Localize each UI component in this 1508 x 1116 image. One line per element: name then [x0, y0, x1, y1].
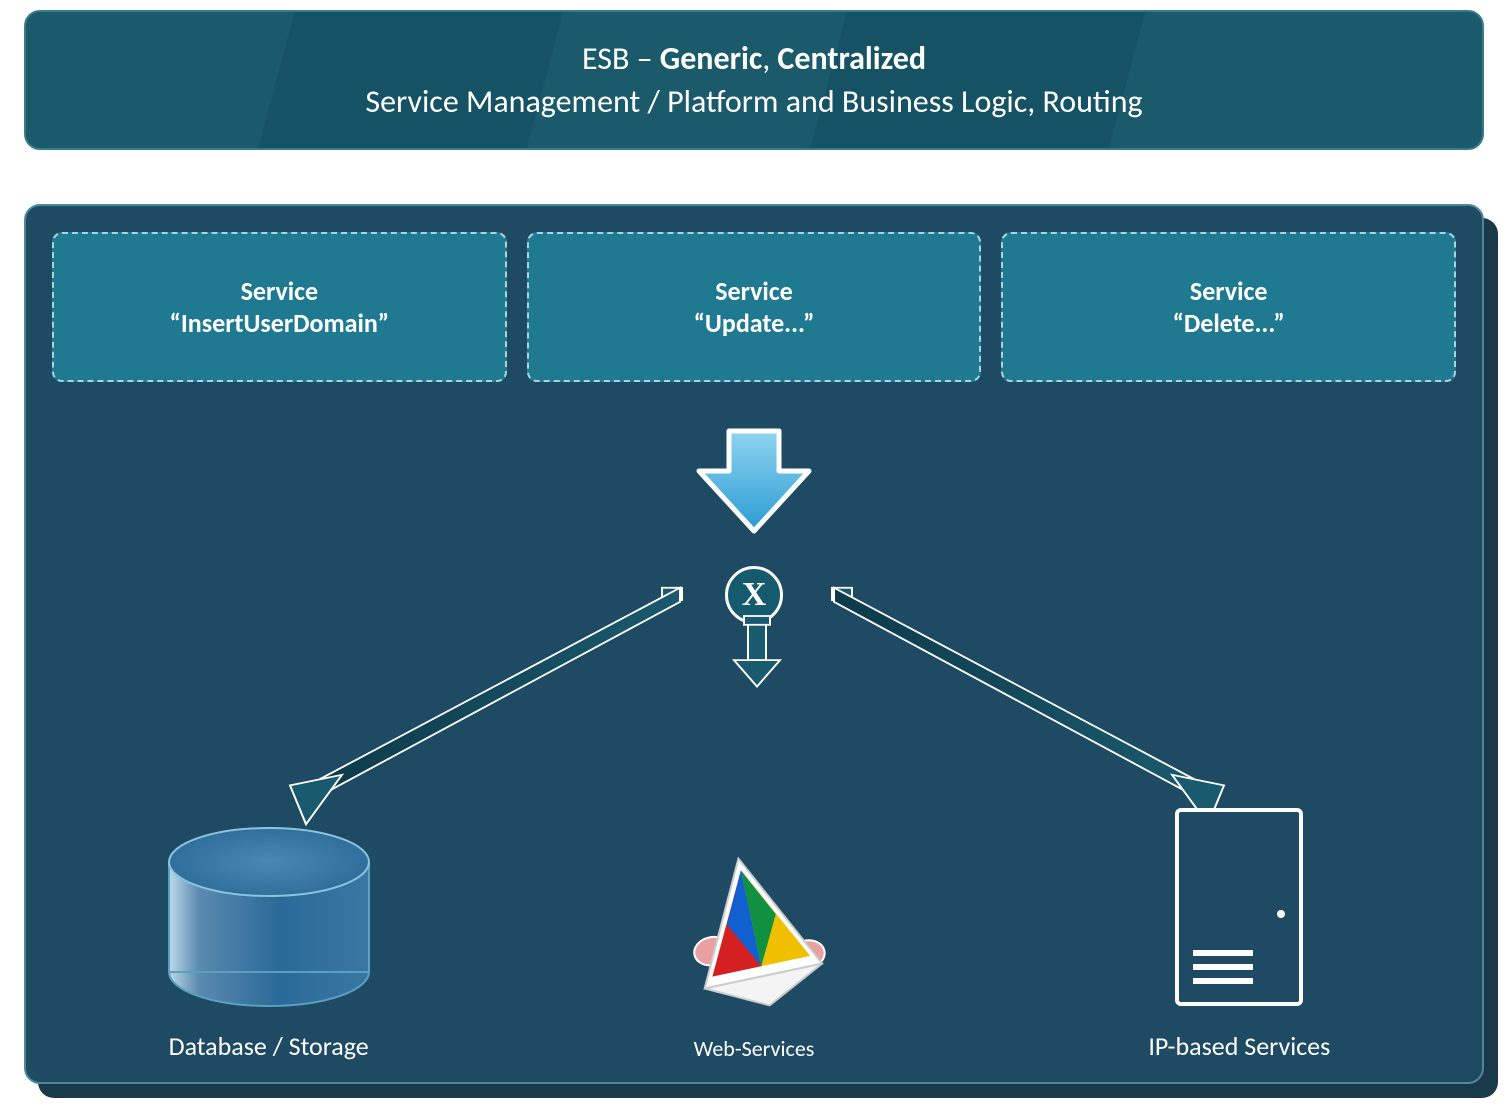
- service-title: Service: [715, 275, 793, 307]
- header-comma: ,: [762, 39, 777, 78]
- service-name: “Update...”: [694, 307, 815, 339]
- endpoint-database: Database / Storage: [94, 822, 444, 1062]
- main-container: Service “InsertUserDomain” Service “Upda…: [24, 204, 1484, 1084]
- header-sep: –: [629, 39, 659, 78]
- endpoint-database-label: Database / Storage: [169, 1030, 369, 1062]
- header-prefix: ESB: [582, 39, 629, 78]
- flow-area: X: [26, 406, 1482, 1082]
- header-title: ESB – Generic, Centralized: [582, 39, 926, 78]
- header-word2: Centralized: [777, 39, 926, 78]
- service-title: Service: [241, 275, 319, 307]
- database-icon: [154, 822, 384, 1012]
- server-icon: [1169, 802, 1309, 1012]
- header-banner: ESB – Generic, Centralized Service Manag…: [24, 10, 1484, 150]
- service-update: Service “Update...”: [527, 232, 982, 382]
- webservices-icon: [669, 847, 839, 1017]
- endpoint-webservices-label: Web-Services: [694, 1035, 815, 1062]
- endpoint-webservices: Web-Services: [579, 847, 929, 1062]
- service-title: Service: [1190, 275, 1268, 307]
- header-subtitle: Service Management / Platform and Busine…: [365, 82, 1142, 121]
- endpoint-ipservices-label: IP-based Services: [1148, 1030, 1330, 1062]
- service-insert: Service “InsertUserDomain”: [52, 232, 507, 382]
- service-row: Service “InsertUserDomain” Service “Upda…: [52, 232, 1456, 382]
- header-word1: Generic: [660, 39, 762, 78]
- service-name: “Delete...”: [1173, 307, 1285, 339]
- endpoints-row: Database / Storage Web-Ser: [26, 802, 1482, 1062]
- service-name: “InsertUserDomain”: [170, 307, 390, 339]
- arrow-down-icon: [689, 416, 819, 546]
- service-delete: Service “Delete...”: [1001, 232, 1456, 382]
- endpoint-ipservices: IP-based Services: [1064, 802, 1414, 1062]
